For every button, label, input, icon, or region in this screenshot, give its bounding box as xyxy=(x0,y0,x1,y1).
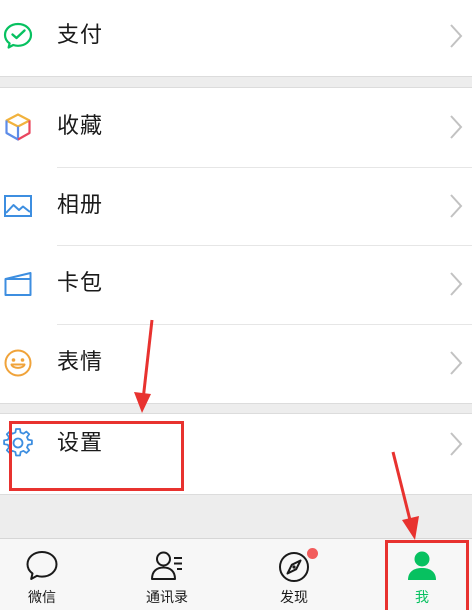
highlight-box-me-tab xyxy=(385,540,469,610)
menu-item-label: 表情 xyxy=(57,350,104,375)
favorites-cube-icon xyxy=(5,113,31,141)
menu-item-pay[interactable]: 支付 xyxy=(0,0,472,76)
chevron-right-icon xyxy=(450,351,463,375)
menu-item-cards[interactable]: 卡包 xyxy=(0,246,472,324)
chevron-right-icon xyxy=(450,194,463,218)
highlight-box-settings xyxy=(9,421,184,491)
menu-item-label: 卡包 xyxy=(57,271,104,296)
chat-bubble-icon xyxy=(26,551,58,580)
contacts-icon xyxy=(151,551,182,580)
menu-item-album[interactable]: 相册 xyxy=(0,168,472,246)
chevron-right-icon xyxy=(450,432,463,456)
notification-dot xyxy=(307,548,318,559)
separator xyxy=(0,403,472,404)
tab-discover[interactable]: 发现 xyxy=(254,539,334,610)
pay-group: 支付 xyxy=(0,0,472,76)
tab-label: 发现 xyxy=(280,590,308,606)
photo-album-icon xyxy=(4,195,32,217)
menu-item-favorites[interactable]: 收藏 xyxy=(0,89,472,167)
chevron-right-icon xyxy=(450,272,463,296)
chevron-right-icon xyxy=(450,24,463,48)
me-page: 支付 收藏 相册 卡包 表情 设置 微信 通讯录 发现 我 xyxy=(0,0,472,610)
menu-item-label: 相册 xyxy=(57,193,104,218)
smiley-icon xyxy=(4,349,32,377)
chevron-right-icon xyxy=(450,115,463,139)
tab-chats[interactable]: 微信 xyxy=(2,539,82,610)
menu-item-label: 收藏 xyxy=(57,114,104,139)
card-wallet-icon xyxy=(4,272,32,296)
tab-label: 通讯录 xyxy=(146,590,188,606)
wechat-pay-icon xyxy=(3,22,33,49)
services-group: 收藏 相册 卡包 表情 xyxy=(0,88,472,403)
menu-item-label: 支付 xyxy=(57,23,104,48)
menu-item-stickers[interactable]: 表情 xyxy=(0,325,472,403)
compass-icon xyxy=(279,552,309,582)
separator xyxy=(0,76,472,77)
tab-contacts[interactable]: 通讯录 xyxy=(127,539,207,610)
tab-label: 微信 xyxy=(28,590,56,606)
separator xyxy=(0,494,472,495)
